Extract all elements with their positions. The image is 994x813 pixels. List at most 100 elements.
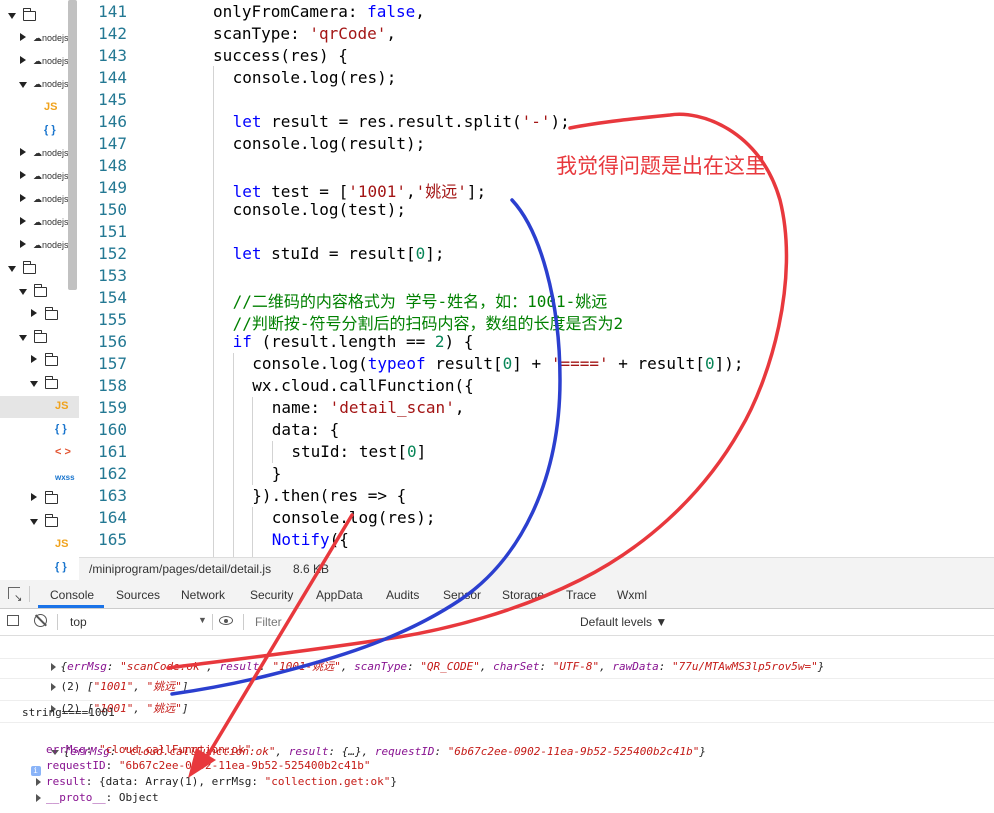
console-log-entry[interactable]: (2) ["1001", "姚远"]	[0, 682, 994, 715]
code-line[interactable]: scanType: 'qrCode',	[213, 24, 396, 43]
tab-sources[interactable]: Sources	[116, 588, 160, 602]
code-line[interactable]: let stuId = result[0];	[233, 244, 445, 263]
chevron-right-icon[interactable]	[31, 355, 37, 363]
chevron-down-icon[interactable]	[19, 82, 27, 88]
code-editor[interactable]: 141 onlyFromCamera: false, 142 scanType: 'q…	[79, 0, 994, 557]
code-line[interactable]: wx.cloud.callFunction({	[252, 376, 474, 395]
indent-guide	[252, 397, 253, 485]
line-number: 156	[98, 332, 127, 351]
console-property[interactable]: __proto__: Object	[0, 789, 994, 807]
chevron-right-icon[interactable]	[20, 56, 26, 64]
code-line[interactable]: stuId: test[0]	[291, 442, 426, 461]
cloud-function-icon: ☁nodejs	[33, 217, 69, 227]
code-line[interactable]: console.log(res);	[272, 508, 436, 527]
tree-item[interactable]: JS	[0, 534, 79, 556]
tab-storage[interactable]: Storage	[502, 588, 544, 602]
code-line[interactable]: console.log(typeof result[0] + '====' + …	[252, 354, 743, 373]
tab-wxml[interactable]: Wxml	[617, 588, 647, 602]
tab-network[interactable]: Network	[181, 588, 225, 602]
code-line[interactable]: console.log(res);	[233, 68, 397, 87]
chevron-right-icon[interactable]	[20, 33, 26, 41]
code-line[interactable]: }	[272, 464, 282, 483]
line-number: 150	[98, 200, 127, 219]
console-log-entry: string====1001	[0, 704, 994, 723]
chevron-down-icon[interactable]	[8, 13, 16, 19]
line-number: 146	[98, 112, 127, 131]
code-line[interactable]: //二维码的内容格式为 学号-姓名，如：1001-姚远	[233, 288, 608, 312]
line-number: 155	[98, 310, 127, 329]
tab-trace[interactable]: Trace	[566, 588, 596, 602]
chevron-right-icon[interactable]	[20, 171, 26, 179]
chevron-down-icon[interactable]	[19, 335, 27, 341]
tab-security[interactable]: Security	[250, 588, 293, 602]
tree-item[interactable]	[0, 304, 79, 326]
chevron-right-icon[interactable]	[20, 148, 26, 156]
chevron-down-icon[interactable]	[30, 381, 38, 387]
console-log-entry[interactable]: (2) ["1001", "姚远"]	[0, 660, 994, 693]
expand-arrow-icon[interactable]	[36, 778, 41, 786]
code-line[interactable]: let result = res.result.split('-');	[233, 112, 570, 131]
tree-item[interactable]	[0, 373, 79, 395]
indent-guide	[252, 507, 253, 557]
tree-item[interactable]: wxss	[0, 465, 79, 487]
log-levels-dropdown[interactable]: Default levels ▼	[580, 615, 667, 629]
tree-item[interactable]: < >	[0, 442, 79, 464]
chevron-right-icon[interactable]	[31, 309, 37, 317]
tab-appdata[interactable]: AppData	[316, 588, 363, 602]
chevron-down-icon[interactable]	[30, 519, 38, 525]
chevron-right-icon[interactable]	[31, 493, 37, 501]
tree-item[interactable]	[0, 350, 79, 372]
code-line[interactable]: console.log(result);	[233, 134, 426, 153]
line-number: 147	[98, 134, 127, 153]
tree-item[interactable]	[0, 488, 79, 510]
wxml-file-icon: < >	[55, 446, 71, 458]
sidebar-toggle-icon[interactable]	[7, 615, 19, 626]
cloud-function-icon: ☁nodejs	[33, 79, 69, 89]
code-line[interactable]: let test = ['1001','姚远'];	[233, 178, 487, 202]
js-file-icon: JS	[55, 400, 69, 412]
line-number: 149	[98, 178, 127, 197]
line-number: 148	[98, 156, 127, 175]
inspect-arrow-icon: ↘	[14, 593, 23, 604]
js-file-icon: JS	[55, 538, 69, 550]
expand-arrow-icon[interactable]	[36, 794, 41, 802]
code-line[interactable]: //判断按-符号分割后的扫码内容，数组的长度是否为2	[233, 310, 624, 334]
tree-item[interactable]: { }	[0, 557, 79, 579]
folder-icon	[33, 330, 47, 343]
tab-audits[interactable]: Audits	[386, 588, 419, 602]
folder-icon	[22, 261, 36, 274]
chevron-down-icon[interactable]	[19, 289, 27, 295]
console-filter-input[interactable]	[253, 613, 557, 631]
code-line[interactable]: success(res) {	[213, 46, 348, 65]
chevron-right-icon[interactable]	[20, 194, 26, 202]
code-line[interactable]: }).then(res => {	[252, 486, 406, 505]
tree-item[interactable]	[0, 327, 79, 349]
editor-status-bar: /miniprogram/pages/detail/detail.js 8.6 …	[79, 557, 994, 581]
line-number: 154	[98, 288, 127, 307]
line-number: 152	[98, 244, 127, 263]
tab-console[interactable]: Console	[50, 588, 94, 602]
tree-item[interactable]	[0, 511, 79, 533]
line-number: 159	[98, 398, 127, 417]
code-line[interactable]: if (result.length == 2) {	[233, 332, 474, 351]
active-tab-indicator	[38, 605, 104, 608]
console-log-entry[interactable]: {errMsg: "scanCode:ok", result: "1001-姚远…	[0, 640, 994, 673]
context-selector[interactable]: top	[70, 615, 87, 629]
code-line[interactable]: name: 'detail_scan',	[272, 398, 465, 417]
eye-pupil	[224, 619, 228, 623]
devtools-tab-bar: ↘ Console Sources Network Security AppData Au…	[0, 580, 994, 609]
code-line[interactable]: data: {	[272, 420, 339, 439]
code-line[interactable]: onlyFromCamera: false,	[213, 2, 425, 21]
tree-item[interactable]: JS	[0, 396, 79, 418]
line-number: 162	[98, 464, 127, 483]
code-line[interactable]: Notify({	[272, 530, 349, 549]
line-number: 163	[98, 486, 127, 505]
context-dropdown-icon[interactable]: ▼	[198, 615, 207, 625]
code-line[interactable]: console.log(test);	[233, 200, 406, 219]
chevron-right-icon[interactable]	[20, 240, 26, 248]
tree-item[interactable]: { }	[0, 419, 79, 441]
tab-sensor[interactable]: Sensor	[443, 588, 481, 602]
chevron-down-icon[interactable]	[8, 266, 16, 272]
explorer-scrollbar[interactable]	[68, 0, 77, 290]
chevron-right-icon[interactable]	[20, 217, 26, 225]
